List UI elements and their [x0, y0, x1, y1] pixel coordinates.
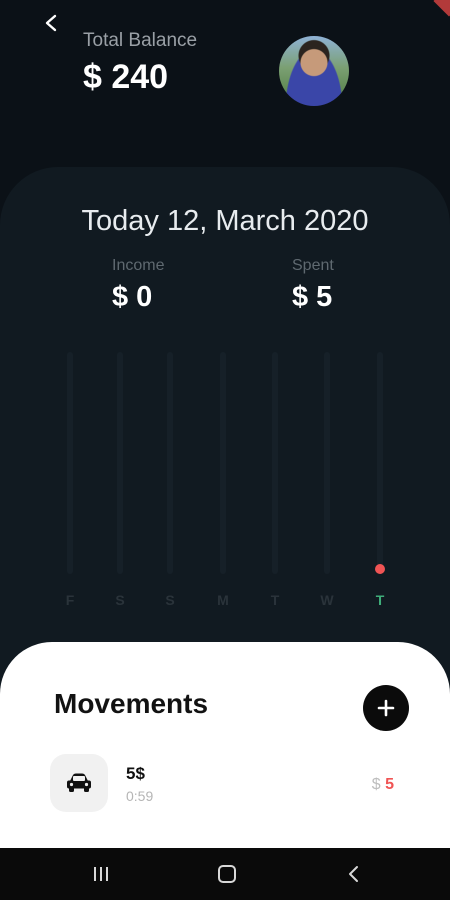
chart-day-label[interactable]: W [312, 592, 342, 608]
balance-label: Total Balance [83, 30, 198, 51]
system-nav-bar [0, 848, 450, 900]
movement-amount-value: 5 [385, 776, 394, 793]
chart-bar-track [167, 352, 173, 574]
chart-bar-track [220, 352, 226, 574]
chart-day-label[interactable]: T [260, 592, 290, 608]
chart-bar-value [375, 564, 385, 574]
chart-bar-track [324, 352, 330, 574]
home-icon [218, 865, 236, 883]
spent-value: $ 5 [292, 281, 333, 313]
add-movement-button[interactable] [363, 685, 409, 731]
home-button[interactable] [212, 860, 242, 888]
chart-day-label[interactable]: T [365, 592, 395, 608]
chart-day-label[interactable]: M [208, 592, 238, 608]
plus-icon [377, 699, 395, 717]
income-label: Income [112, 257, 165, 274]
recent-apps-icon [94, 867, 108, 881]
movement-icon-box [50, 754, 108, 812]
chart-day-label[interactable]: F [55, 592, 85, 608]
chart-bar-track [377, 352, 383, 574]
movement-time: 0:59 [126, 788, 154, 804]
chart-day-label[interactable]: S [105, 592, 135, 608]
recent-apps-button[interactable] [86, 860, 116, 888]
back-button[interactable] [38, 10, 64, 36]
chart-day-label[interactable]: S [155, 592, 185, 608]
movement-item[interactable]: 5$ 0:59 $ 5 [48, 752, 408, 816]
chart-bar-track [117, 352, 123, 574]
chart-bar-track [67, 352, 73, 574]
back-nav-icon [349, 866, 358, 882]
movement-title: 5$ [126, 764, 145, 783]
movement-currency: $ [371, 776, 381, 793]
avatar[interactable] [279, 36, 349, 106]
back-nav-button[interactable] [338, 860, 368, 888]
balance-value: $ 240 [83, 58, 169, 96]
movement-amount: $ 5 [372, 776, 394, 794]
corner-accent [433, 0, 450, 17]
spent-label: Spent [292, 257, 334, 274]
chevron-left-icon [45, 14, 57, 32]
movements-title: Movements [54, 688, 209, 719]
date-title: Today 12, March 2020 [81, 205, 369, 237]
income-value: $ 0 [112, 281, 153, 313]
car-icon [67, 773, 91, 792]
chart-bar-track [272, 352, 278, 574]
